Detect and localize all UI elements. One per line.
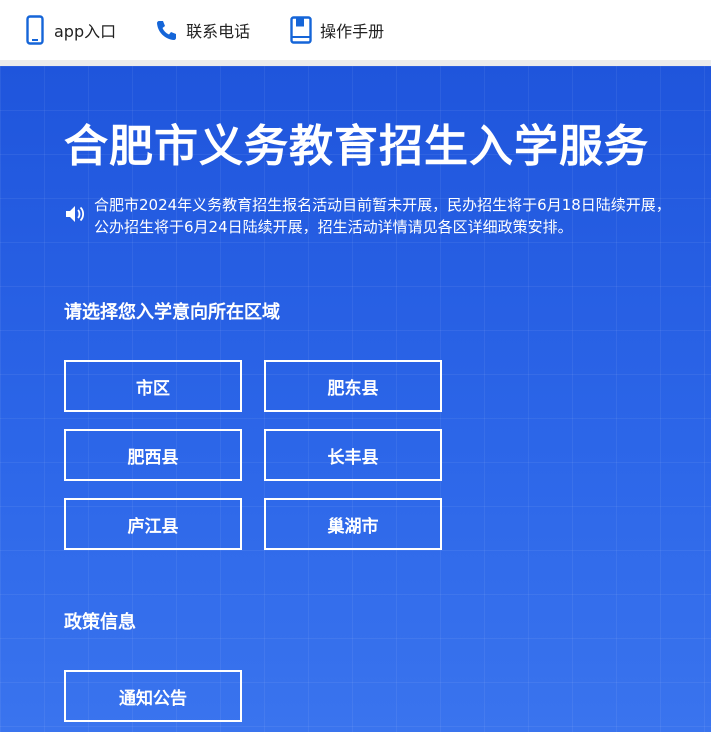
phone-icon xyxy=(22,15,48,45)
telephone-icon xyxy=(154,15,180,45)
notice-line-2: 公办招生将于6月24日陆续开展，招生活动详情请见各区详细政策安排。 xyxy=(94,218,573,236)
policy-section-title: 政策信息 xyxy=(64,612,136,633)
area-button-chaohu[interactable]: 巢湖市 xyxy=(264,498,442,550)
notice-announcement-button[interactable]: 通知公告 xyxy=(64,670,242,722)
notice-banner: 合肥市2024年义务教育招生报名活动目前暂未开展，民办招生将于6月18日陆续开展… xyxy=(64,194,704,238)
app-entry-label: app入口 xyxy=(54,22,117,41)
contact-phone-link[interactable]: 联系电话 xyxy=(154,15,250,45)
area-section-title: 请选择您入学意向所在区域 xyxy=(64,302,280,323)
notice-line-1: 合肥市2024年义务教育招生报名活动目前暂未开展，民办招生将于6月18日陆续开展… xyxy=(94,196,671,214)
area-button-feixi[interactable]: 肥西县 xyxy=(64,429,242,481)
area-button-feidong[interactable]: 肥东县 xyxy=(264,360,442,412)
hero-section: 合肥市义务教育招生入学服务 合肥市2024年义务教育招生报名活动目前暂未开展，民… xyxy=(0,66,711,732)
speaker-icon xyxy=(64,194,88,234)
area-button-changfeng[interactable]: 长丰县 xyxy=(264,429,442,481)
area-button-lujiang[interactable]: 庐江县 xyxy=(64,498,242,550)
notice-text: 合肥市2024年义务教育招生报名活动目前暂未开展，民办招生将于6月18日陆续开展… xyxy=(94,194,671,238)
area-button-shiqu[interactable]: 市区 xyxy=(64,360,242,412)
operation-manual-label: 操作手册 xyxy=(320,22,385,41)
app-entry-link[interactable]: app入口 xyxy=(22,15,116,45)
top-navigation-bar: app入口 联系电话 操作手册 xyxy=(0,0,711,66)
operation-manual-link[interactable]: 操作手册 xyxy=(288,15,384,45)
manual-icon xyxy=(288,15,314,45)
page-title: 合肥市义务教育招生入学服务 xyxy=(64,121,649,172)
contact-phone-label: 联系电话 xyxy=(186,22,251,41)
